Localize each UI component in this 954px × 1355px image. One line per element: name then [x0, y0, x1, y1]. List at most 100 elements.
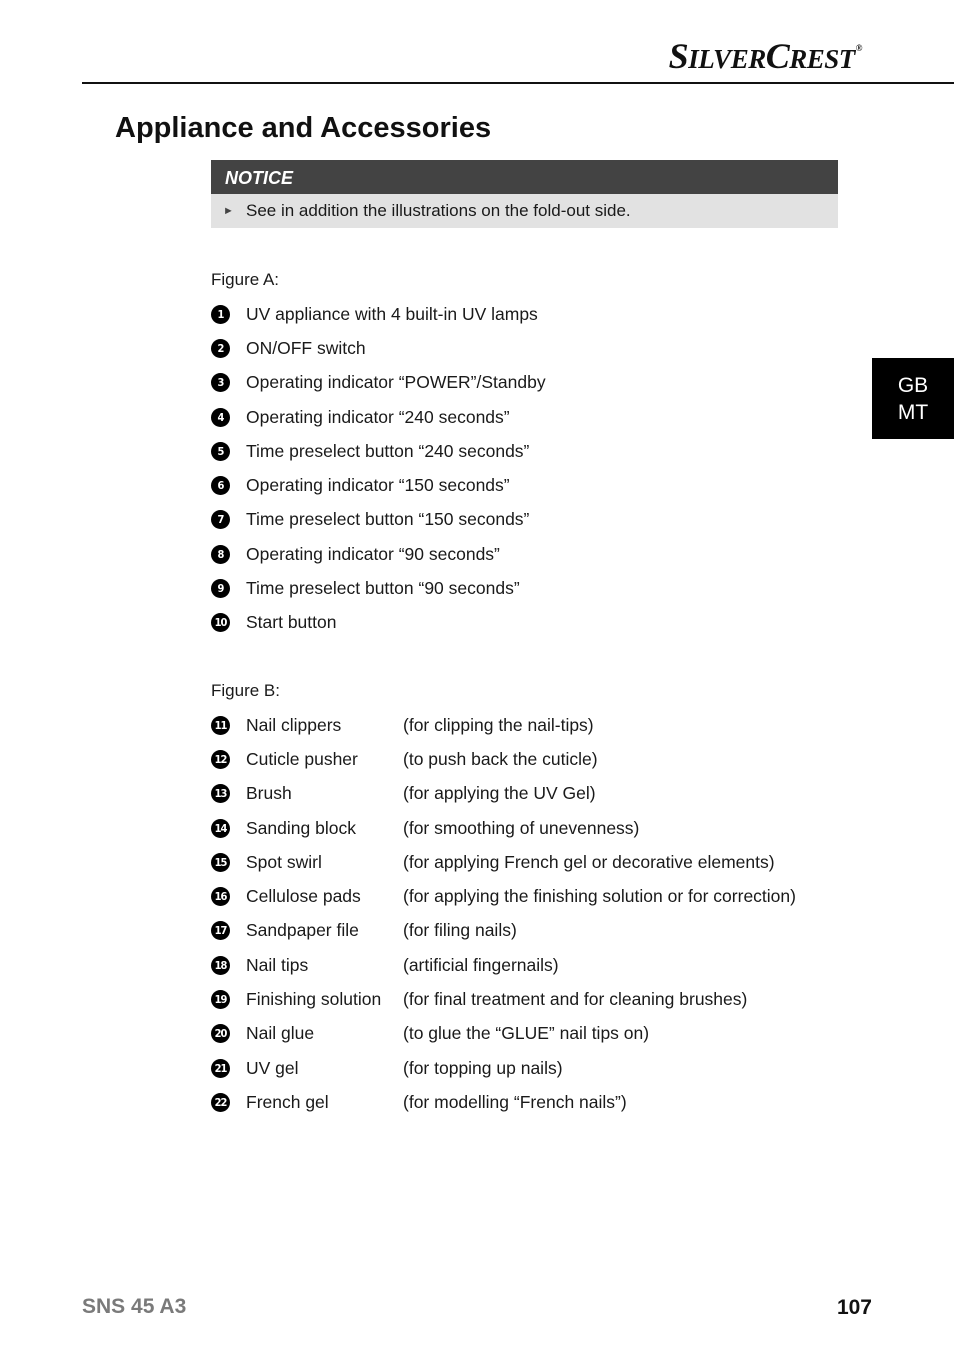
list-item: 13 Brush (for applying the UV Gel) — [211, 777, 796, 811]
list-item: 5 Time preselect button “240 seconds” — [211, 434, 546, 468]
list-item: 11 Nail clippers (for clipping the nail-ti… — [211, 708, 796, 742]
item-name: Nail clippers — [246, 714, 342, 735]
list-item: 19 Finishing solution (for final treatment… — [211, 982, 796, 1016]
footer-model: SNS 45 A3 — [82, 1295, 187, 1318]
number-badge-icon: 2 — [211, 338, 230, 358]
number-badge-icon: 10 — [211, 613, 230, 633]
item-description: (for applying French gel or decorative e… — [403, 851, 775, 872]
number-badge-icon: 15 — [211, 852, 230, 872]
list-item: 20 Nail glue (to glue the “GLUE” nail tips… — [211, 1017, 796, 1051]
item-name: French gel — [246, 1091, 329, 1112]
item-description: (to glue the “GLUE” nail tips on) — [403, 1023, 650, 1044]
item-name: Cellulose pads — [246, 886, 361, 907]
item-description: (for final treatment and for cleaning br… — [403, 989, 748, 1010]
registered-mark: ® — [855, 43, 863, 53]
figure-a-label: Figure A: — [211, 270, 280, 289]
page-title: Appliance and Accessories — [115, 112, 492, 144]
item-text: Operating indicator “90 seconds” — [246, 543, 500, 564]
item-description: (to push back the cuticle) — [403, 748, 598, 769]
number-badge-icon: 7 — [211, 510, 230, 530]
number-badge-icon: 13 — [211, 784, 230, 804]
number-badge-icon: 18 — [211, 955, 230, 975]
brand-logo-c: C — [765, 36, 790, 76]
header-rule — [82, 82, 954, 84]
item-text: Time preselect button “240 seconds” — [246, 440, 530, 461]
list-item: 8 Operating indicator “90 seconds” — [211, 537, 546, 571]
item-text: UV appliance with 4 built-in UV lamps — [246, 303, 538, 324]
list-item: 6 Operating indicator “150 seconds” — [211, 468, 546, 502]
number-badge-icon: 12 — [211, 749, 230, 769]
number-badge-icon: 9 — [211, 579, 230, 599]
number-badge-icon: 22 — [211, 1092, 230, 1112]
language-tab: GB MT — [872, 358, 954, 439]
number-badge-icon: 14 — [211, 818, 230, 838]
figure-b-label: Figure B: — [211, 681, 280, 700]
notice-title: NOTICE — [211, 160, 838, 194]
item-description: (for filing nails) — [403, 920, 517, 941]
language-code-mt: MT — [897, 400, 929, 424]
number-badge-icon: 20 — [211, 1024, 230, 1044]
item-description: (for clipping the nail-tips) — [403, 714, 594, 735]
list-item: 1 UV appliance with 4 built-in UV lamps — [211, 297, 546, 331]
list-item: 14 Sanding block (for smoothing of unevenn… — [211, 811, 796, 845]
item-name: UV gel — [246, 1057, 299, 1078]
number-badge-icon: 21 — [211, 1058, 230, 1078]
item-name: Brush — [246, 783, 292, 804]
list-item: 2 ON/OFF switch — [211, 331, 546, 365]
list-item: 3 Operating indicator “POWER”/Standby — [211, 366, 546, 400]
item-name: Cuticle pusher — [246, 748, 358, 769]
brand-logo-ilver: ILVER — [688, 44, 766, 74]
number-badge-icon: 6 — [211, 476, 230, 496]
footer-page-number: 107 — [836, 1296, 872, 1319]
number-badge-icon: 5 — [211, 441, 230, 461]
list-item: 9 Time preselect button “90 seconds” — [211, 571, 546, 605]
number-badge-icon: 16 — [211, 887, 230, 907]
list-item: 12 Cuticle pusher (to push back the cuticl… — [211, 742, 796, 776]
number-badge-icon: 1 — [211, 304, 230, 324]
item-text: Operating indicator “240 seconds” — [246, 406, 510, 427]
figure-a-list: 1 UV appliance with 4 built-in UV lamps 2 O… — [211, 297, 546, 640]
list-item: 10 Start button — [211, 606, 546, 640]
number-badge-icon: 8 — [211, 544, 230, 564]
notice-text: See in addition the illustrations on the… — [246, 201, 631, 220]
item-description: (for smoothing of unevenness) — [403, 817, 640, 838]
figure-b-list: 11 Nail clippers (for clipping the nail-ti… — [211, 708, 796, 1120]
notice-box: NOTICE ► See in addition the illustratio… — [211, 160, 838, 228]
language-code-gb: GB — [897, 373, 929, 397]
item-text: Operating indicator “POWER”/Standby — [246, 372, 546, 393]
item-name: Finishing solution — [246, 989, 382, 1010]
list-item: 16 Cellulose pads (for applying the finish… — [211, 879, 796, 913]
brand-logo-s: S — [668, 36, 689, 76]
item-name: Sanding block — [246, 817, 356, 838]
brand-logo-rest: REST — [789, 44, 855, 74]
number-badge-icon: 17 — [211, 921, 230, 941]
list-item: 17 Sandpaper file (for filing nails) — [211, 914, 796, 948]
item-text: Operating indicator “150 seconds” — [246, 475, 510, 496]
item-description: (artificial fingernails) — [403, 954, 559, 975]
item-name: Sandpaper file — [246, 920, 359, 941]
list-item: 4 Operating indicator “240 seconds” — [211, 400, 546, 434]
list-item: 22 French gel (for modelling “French nails… — [211, 1085, 796, 1119]
item-text: Time preselect button “90 seconds” — [246, 578, 520, 599]
number-badge-icon: 3 — [211, 373, 230, 393]
notice-body: ► See in addition the illustrations on t… — [211, 194, 838, 228]
item-name: Spot swirl — [246, 851, 322, 872]
item-text: Start button — [246, 612, 337, 633]
item-description: (for applying the UV Gel) — [403, 783, 596, 804]
item-description: (for modelling “French nails”) — [403, 1091, 627, 1112]
number-badge-icon: 4 — [211, 407, 230, 427]
item-text: ON/OFF switch — [246, 337, 366, 358]
triangle-right-icon: ► — [223, 205, 234, 217]
list-item: 15 Spot swirl (for applying French gel or … — [211, 845, 796, 879]
list-item: 21 UV gel (for topping up nails) — [211, 1051, 796, 1085]
item-name: Nail glue — [246, 1023, 315, 1044]
list-item: 18 Nail tips (artificial fingernails) — [211, 948, 796, 982]
item-description: (for applying the finishing solution or … — [403, 886, 796, 907]
brand-logo: SILVERCREST® — [668, 36, 863, 76]
list-item: 7 Time preselect button “150 seconds” — [211, 503, 546, 537]
number-badge-icon: 11 — [211, 715, 230, 735]
item-description: (for topping up nails) — [403, 1057, 563, 1078]
item-name: Nail tips — [246, 954, 309, 975]
item-text: Time preselect button “150 seconds” — [246, 509, 530, 530]
number-badge-icon: 19 — [211, 990, 230, 1010]
